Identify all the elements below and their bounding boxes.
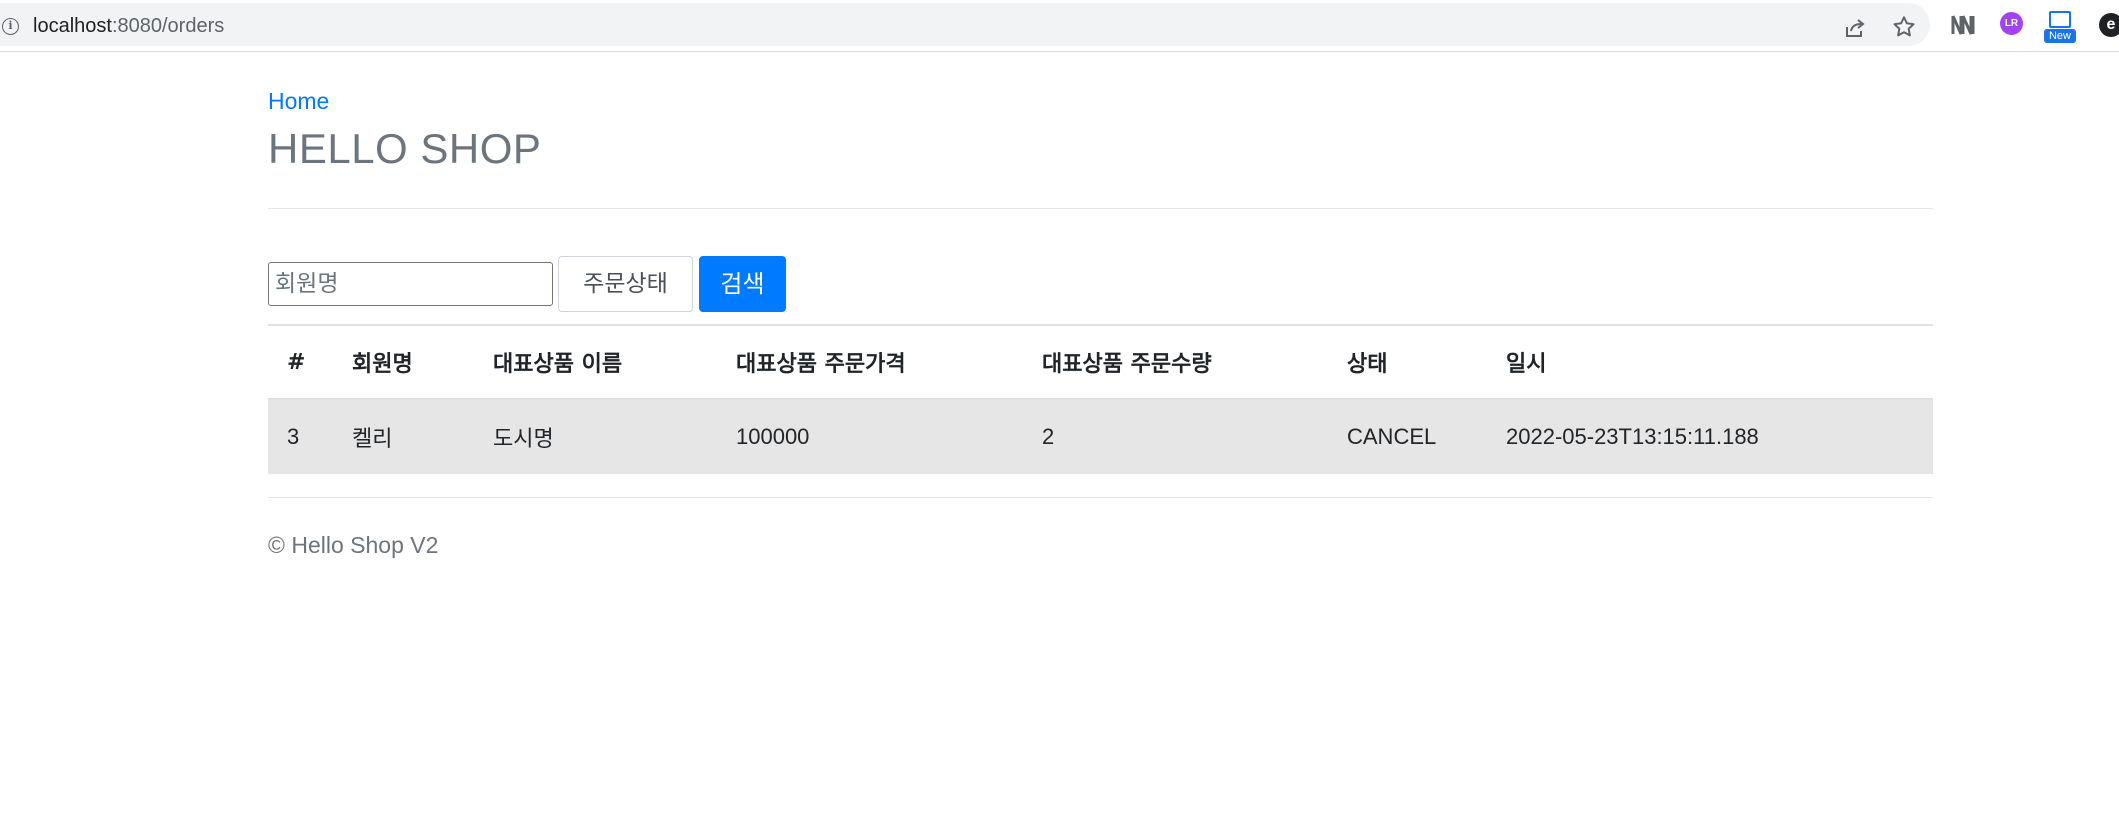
table-row[interactable]: 3 켈리 도시명 100000 2 CANCEL 2022-05-23T13:1… [268, 399, 1933, 474]
cell-date: 2022-05-23T13:15:11.188 [1506, 424, 1759, 449]
cell-item-quantity: 2 [1042, 424, 1055, 449]
breadcrumb-home-link[interactable]: Home [268, 88, 329, 115]
url-text[interactable]: localhost:8080/orders [33, 14, 224, 38]
cell-id: 3 [287, 424, 300, 449]
info-icon[interactable]: i [2, 18, 19, 35]
footer-copyright: © Hello Shop V2 [268, 532, 439, 558]
page-title: HELLO SHOP [268, 125, 542, 172]
column-header-date: 일시 [1487, 324, 1933, 400]
lr-extension-icon[interactable]: LR [2000, 12, 2023, 35]
screen-icon [2049, 11, 2071, 28]
url-path: :8080/orders [111, 15, 225, 37]
table-body: 3 켈리 도시명 100000 2 CANCEL 2022-05-23T13:1… [268, 399, 1933, 474]
column-header-id: # [268, 324, 333, 400]
browser-toolbar: i localhost:8080/orders LR New e [0, 0, 2119, 52]
member-name-input[interactable] [268, 262, 553, 306]
url-host: localhost [33, 15, 112, 37]
new-badge: New [2044, 29, 2076, 43]
footer-divider [268, 497, 1933, 498]
screen-capture-extension-icon[interactable]: New [2044, 10, 2076, 46]
orders-table: # 회원명 대표상품 이름 대표상품 주문가격 대표상품 주문수량 상태 일시 … [268, 324, 1933, 474]
cell-member: 켈리 [352, 427, 393, 452]
notion-extension-icon[interactable] [1950, 12, 1976, 38]
address-bar[interactable]: i localhost:8080/orders [0, 3, 1930, 46]
cell-item-name: 도시명 [493, 427, 554, 452]
column-header-item-price: 대표상품 주문가격 [717, 324, 1023, 400]
share-icon[interactable] [1843, 16, 1867, 40]
cell-status: CANCEL [1347, 424, 1437, 449]
search-button[interactable]: 검색 [699, 256, 786, 312]
cell-item-price: 100000 [736, 424, 810, 449]
column-header-item-quantity: 대표상품 주문수량 [1023, 324, 1328, 400]
column-header-status: 상태 [1328, 324, 1487, 400]
header-divider [268, 208, 1933, 209]
edge-extension-icon[interactable]: e [2099, 13, 2119, 37]
star-icon[interactable] [1891, 14, 1917, 40]
order-status-select[interactable]: 주문상태 [558, 256, 693, 312]
table-header-row: # 회원명 대표상품 이름 대표상품 주문가격 대표상품 주문수량 상태 일시 [268, 324, 1933, 400]
column-header-item-name: 대표상품 이름 [474, 324, 717, 400]
table-header: # 회원명 대표상품 이름 대표상품 주문가격 대표상품 주문수량 상태 일시 [268, 324, 1933, 400]
column-header-member: 회원명 [333, 324, 474, 400]
